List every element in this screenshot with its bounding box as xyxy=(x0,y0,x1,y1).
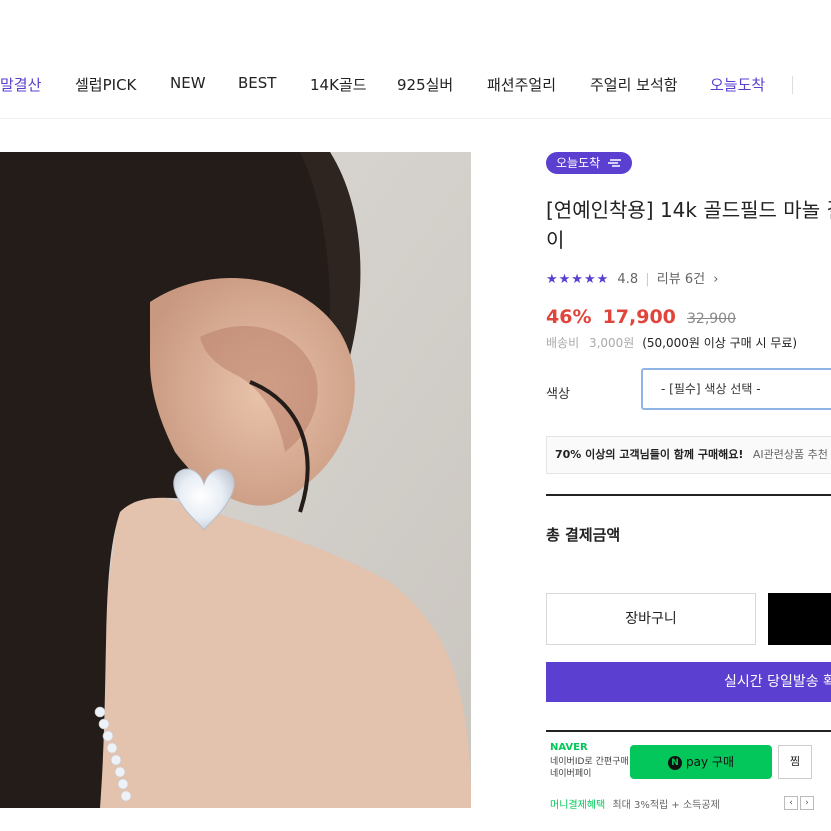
naver-subtext-line1: 네이버ID로 간편구매 xyxy=(550,757,629,767)
nav-item-year-end[interactable]: 말결산 xyxy=(0,74,41,95)
product-photo[interactable] xyxy=(0,152,471,808)
money-benefit: 머니결제혜택 최대 3%적립 + 소득공제 xyxy=(550,796,720,811)
nav-item-celeb-pick[interactable]: 셀럽PICK xyxy=(75,74,136,95)
product-title: [연예인착용] 14k 골드필드 마놀 걸이 xyxy=(546,198,831,252)
naver-subtext: 네이버ID로 간편구매 네이버페이 xyxy=(550,756,629,780)
speed-lines-icon xyxy=(608,153,622,175)
total-divider xyxy=(546,494,831,496)
ai-recommend-link[interactable]: AI관련상품 추천 xyxy=(753,448,828,461)
naver-pay-section: NAVER 네이버ID로 간편구매 네이버페이 Npay 구매 찜 머니결제혜택… xyxy=(546,730,831,812)
money-benefit-label: 머니결제혜택 xyxy=(550,800,606,811)
naver-logo: NAVER xyxy=(550,742,588,753)
color-select[interactable]: - [필수] 색상 선택 - xyxy=(641,368,831,410)
nav-item-14k-gold[interactable]: 14K골드 xyxy=(310,74,367,95)
badge-label: 오늘도착 xyxy=(556,156,601,170)
naver-subtext-line2: 네이버페이 xyxy=(550,769,592,779)
review-count: 리뷰 6건 xyxy=(656,272,706,287)
nav-bottom-divider xyxy=(0,118,831,119)
discount-rate: 46% xyxy=(546,306,592,328)
chevron-right-icon: › xyxy=(713,272,719,287)
rating-value: 4.8 xyxy=(617,272,639,287)
naver-pay-buy-button[interactable]: Npay 구매 xyxy=(630,745,772,779)
nav-item-925-silver[interactable]: 925실버 xyxy=(397,74,453,95)
original-price: 32,900 xyxy=(687,311,736,327)
nav-item-today-arrival[interactable]: 오늘도착 xyxy=(710,74,765,95)
color-option-label: 색상 xyxy=(546,387,570,402)
chevron-left-icon[interactable]: ‹ xyxy=(784,796,798,810)
recommendation-text: 70% 이상의 고객님들이 함께 구매해요! xyxy=(555,448,744,461)
nav-item-best[interactable]: BEST xyxy=(238,74,276,92)
sale-price: 17,900 xyxy=(602,306,676,328)
rating-row[interactable]: ★★★★★ 4.8 | 리뷰 6건 › xyxy=(546,268,718,287)
benefit-pager: ‹ › xyxy=(782,796,814,810)
chevron-right-icon[interactable]: › xyxy=(800,796,814,810)
wishlist-button[interactable]: 찜 xyxy=(778,745,812,779)
shipping-fee: 3,000원 xyxy=(588,336,635,350)
total-price-label: 총 결제금액 xyxy=(546,526,621,544)
naver-pay-label: pay 구매 xyxy=(686,755,734,769)
rating-stars-icon: ★★★★★ xyxy=(546,272,610,287)
nav-item-jewelry-box[interactable]: 주얼리 보석함 xyxy=(590,74,678,95)
nav-item-fashion-jewelry[interactable]: 패션주얼리 xyxy=(487,74,556,95)
shipping-info: 배송비 3,000원 (50,000원 이상 구매 시 무료) xyxy=(546,334,797,351)
naver-n-icon: N xyxy=(668,756,683,770)
add-to-cart-button[interactable]: 장바구니 xyxy=(546,593,756,645)
ear-photo-illustration xyxy=(0,152,471,808)
shipping-label: 배송비 xyxy=(546,336,580,350)
nav-divider xyxy=(792,76,793,94)
same-day-shipping-button[interactable]: 실시간 당일발송 확 xyxy=(546,662,831,702)
nav-item-new[interactable]: NEW xyxy=(170,74,206,92)
money-benefit-text: 최대 3%적립 + 소득공제 xyxy=(612,800,720,811)
buy-now-button[interactable] xyxy=(768,593,831,645)
price-row: 46% 17,900 32,900 xyxy=(546,306,736,328)
main-nav: 말결산 셀럽PICK NEW BEST 14K골드 925실버 패션주얼리 주얼… xyxy=(0,62,831,110)
today-arrival-badge: 오늘도착 xyxy=(546,152,632,174)
recommendation-banner[interactable]: 70% 이상의 고객님들이 함께 구매해요! AI관련상품 추천 xyxy=(546,436,831,474)
shipping-note: (50,000원 이상 구매 시 무료) xyxy=(642,336,798,350)
